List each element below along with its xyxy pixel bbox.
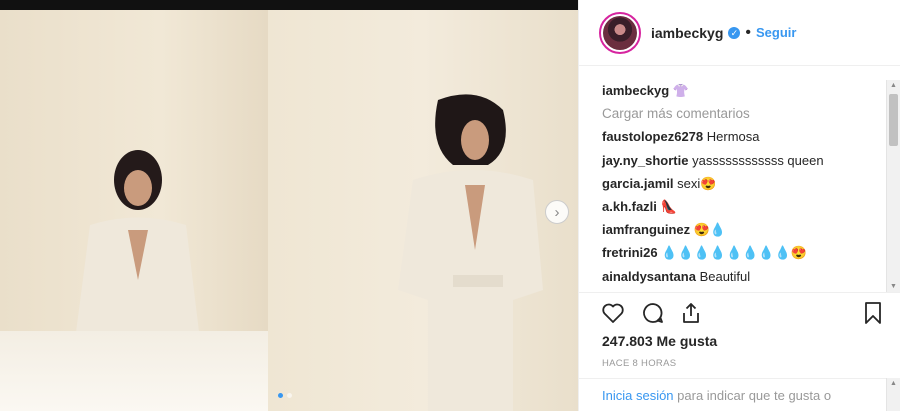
comment-text: Hermosa <box>706 129 760 145</box>
page-scroll-up-icon[interactable]: ▲ <box>890 380 897 387</box>
action-bar <box>579 292 900 336</box>
comment-item: fretrini26 💧💧💧💧💧💧💧💧😍 <box>602 241 889 264</box>
comment-username[interactable]: fretrini26 <box>602 245 658 260</box>
photo-floor <box>0 331 268 411</box>
comment-username[interactable]: a.kh.fazli <box>602 199 657 214</box>
comment-item: garcia.jamil sexi😍 <box>602 172 889 195</box>
login-prompt-text: para indicar que te gusta o <box>673 388 832 403</box>
comment-username[interactable]: faustolopez6278 <box>602 129 703 144</box>
caption: iambeckyg 👚 <box>602 79 889 102</box>
comment-text: sexi😍 <box>677 175 717 191</box>
comment-item: ainaldysantana Beautiful <box>602 265 889 288</box>
comment-username[interactable]: garcia.jamil <box>602 176 674 191</box>
comment-text: 😍💧 <box>693 222 727 238</box>
avatar[interactable] <box>599 11 641 54</box>
carousel-dot-2 <box>287 393 292 398</box>
bookmark-icon[interactable] <box>861 301 885 325</box>
comment-username[interactable]: jay.ny_shortie <box>602 153 688 168</box>
scrollbar-thumb[interactable] <box>889 94 898 146</box>
comment-text: yassssssssssss queen <box>692 152 824 168</box>
share-icon[interactable] <box>679 301 703 325</box>
scroll-up-icon[interactable]: ▲ <box>890 82 897 89</box>
login-link[interactable]: Inicia sesión <box>602 388 674 403</box>
comment-item: a.kh.fazli 👠 <box>602 195 889 218</box>
comment-text: Beautiful <box>699 268 751 284</box>
carousel-indicator <box>278 393 292 398</box>
post-media[interactable]: › <box>0 10 578 411</box>
caption-text: 👚 <box>672 83 690 98</box>
likes-count[interactable]: 247.803 Me gusta <box>602 333 717 349</box>
comment-item: faustolopez6278 Hermosa <box>602 125 889 148</box>
post-header: iambeckyg ✓ • Seguir <box>579 0 900 66</box>
follow-button[interactable]: Seguir <box>756 25 796 40</box>
photo-figure-standing <box>398 94 543 411</box>
comment-icon[interactable] <box>641 301 665 325</box>
comment-text: 👠 <box>660 199 677 215</box>
header-separator: • <box>745 23 751 41</box>
comment-username[interactable]: iamfranguinez <box>602 222 690 237</box>
comment-item: iamfranguinez 😍💧 <box>602 218 889 241</box>
verified-badge-icon: ✓ <box>728 26 741 39</box>
carousel-next-button[interactable]: › <box>545 200 569 224</box>
photo-left <box>0 10 268 411</box>
comment-username[interactable]: ainaldysantana <box>602 269 696 284</box>
load-more-comments-button[interactable]: Cargar más comentarios <box>602 102 889 125</box>
comment-item: jay.ny_shortie yassssssssssss queen <box>602 149 889 172</box>
post-sidebar: iambeckyg ✓ • Seguir iambeckyg 👚 Cargar … <box>578 0 900 411</box>
page-scrollbar[interactable]: ▲ <box>886 378 900 411</box>
caption-username[interactable]: iambeckyg <box>602 83 669 98</box>
scroll-down-icon[interactable]: ▼ <box>890 283 897 290</box>
comment-text: 💧💧💧💧💧💧💧💧😍 <box>661 245 807 261</box>
heart-icon[interactable] <box>601 301 625 325</box>
comments-scrollbar[interactable]: ▲ ▼ <box>886 80 900 292</box>
top-bar <box>0 0 578 10</box>
login-prompt: Inicia sesión para indicar que te gusta … <box>579 378 900 411</box>
comments-list: iambeckyg 👚 Cargar más comentarios faust… <box>579 67 889 291</box>
carousel-dot-1 <box>278 393 283 398</box>
avatar-image <box>603 15 637 50</box>
post-timestamp[interactable]: HACE 8 HORAS <box>602 358 676 369</box>
photo-right <box>268 10 578 411</box>
header-username[interactable]: iambeckyg <box>651 25 723 41</box>
